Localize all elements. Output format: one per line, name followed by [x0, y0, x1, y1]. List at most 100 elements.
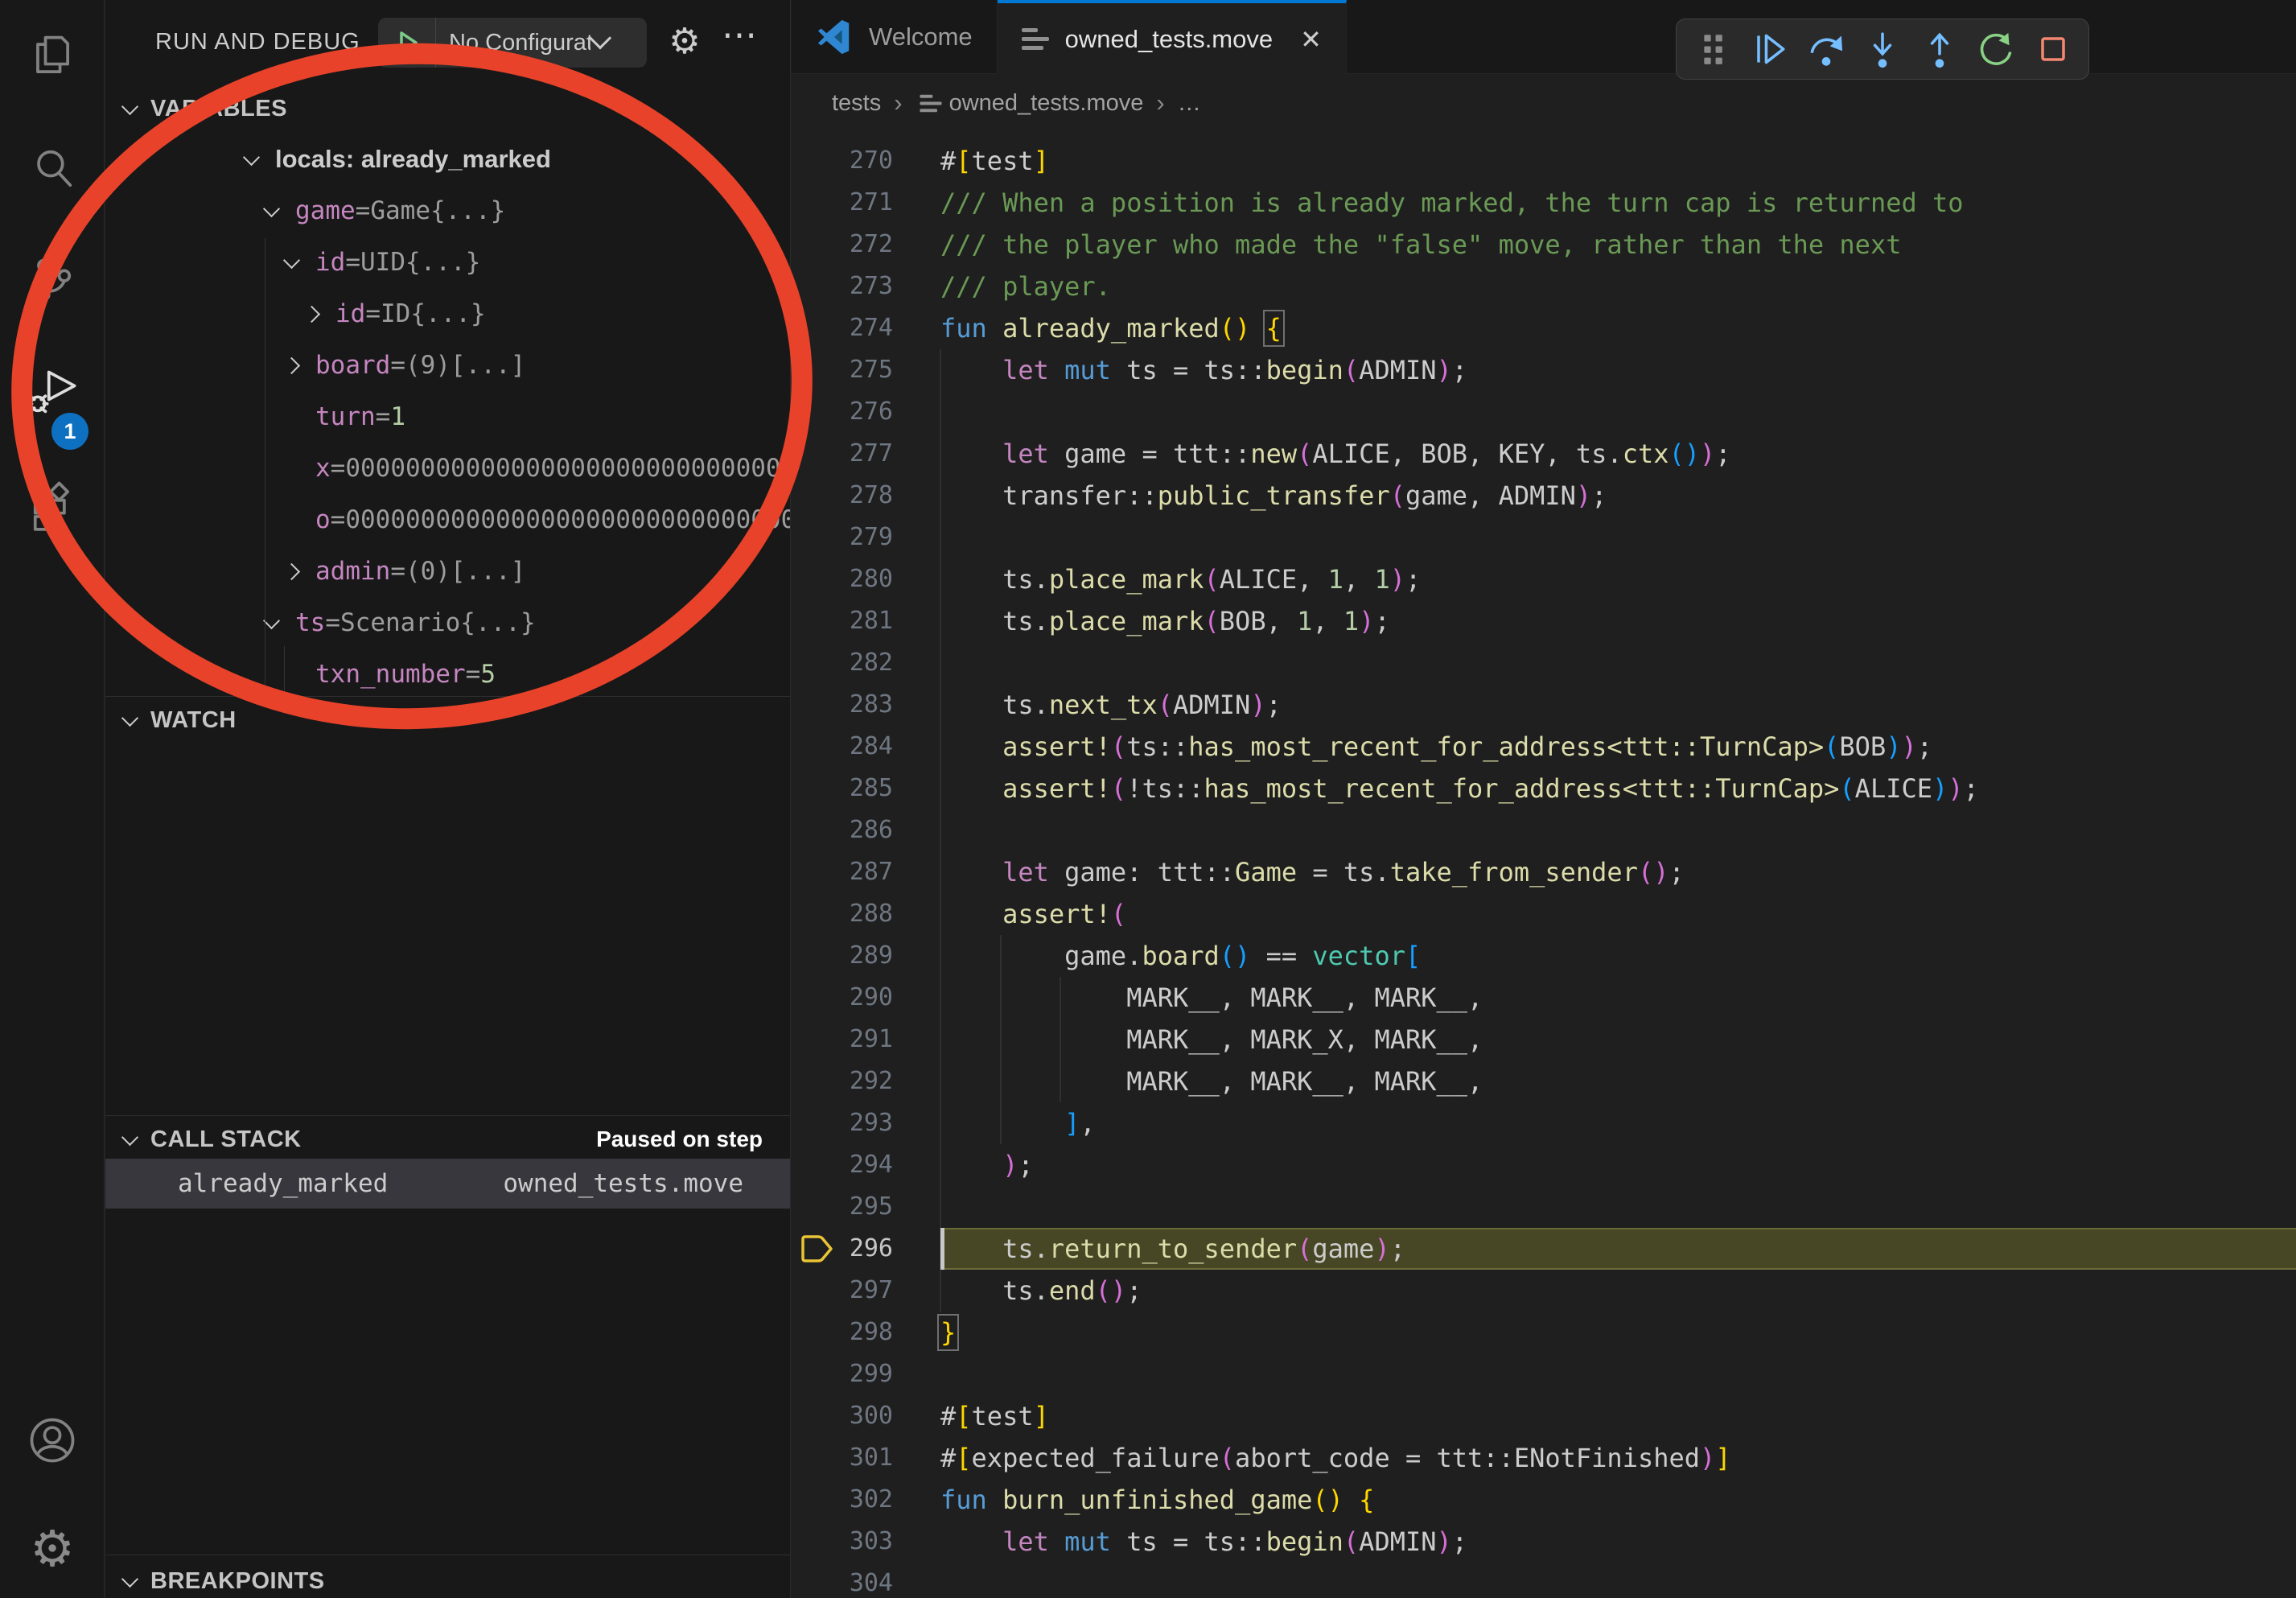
variable-row[interactable]: turn = 1: [105, 391, 790, 443]
chevron-right-icon[interactable]: [283, 562, 300, 579]
code-line[interactable]: 298}: [792, 1312, 2296, 1353]
search-icon[interactable]: [25, 142, 80, 196]
continue-icon[interactable]: [1748, 28, 1790, 70]
breadcrumb-folder[interactable]: tests: [832, 90, 881, 117]
breakpoints-section-header[interactable]: BREAKPOINTS: [105, 1558, 790, 1598]
line-number[interactable]: 270: [792, 140, 893, 182]
line-number[interactable]: 275: [792, 349, 893, 391]
chevron-right-icon[interactable]: [303, 305, 320, 322]
line-number[interactable]: 282: [792, 642, 893, 684]
chevron-down-icon[interactable]: [283, 251, 300, 268]
variable-row[interactable]: id = ID{...}: [105, 288, 790, 340]
line-number[interactable]: 292: [792, 1061, 893, 1102]
line-number[interactable]: 299: [792, 1353, 893, 1395]
code-line[interactable]: 281 ts.place_mark(BOB, 1, 1);: [792, 600, 2296, 642]
code-line[interactable]: 273/// player.: [792, 266, 2296, 307]
run-and-debug-icon[interactable]: [25, 365, 80, 420]
code-line[interactable]: 301#[expected_failure(abort_code = ttt::…: [792, 1437, 2296, 1479]
line-number[interactable]: 283: [792, 684, 893, 726]
line-number[interactable]: 276: [792, 391, 893, 433]
line-number[interactable]: 285: [792, 768, 893, 809]
code-line[interactable]: 292 MARK__, MARK__, MARK__,: [792, 1061, 2296, 1102]
account-icon[interactable]: [25, 1413, 80, 1468]
call-stack-section-header[interactable]: CALL STACK Paused on step: [105, 1116, 790, 1163]
step-over-icon[interactable]: [1805, 28, 1847, 70]
code-line[interactable]: 272/// the player who made the "false" m…: [792, 224, 2296, 266]
line-number[interactable]: 279: [792, 517, 893, 558]
watch-section-header[interactable]: WATCH: [105, 697, 790, 743]
line-number[interactable]: 303: [792, 1521, 893, 1563]
line-number[interactable]: 284: [792, 726, 893, 768]
code-line[interactable]: 303 let mut ts = ts::begin(ADMIN);: [792, 1521, 2296, 1563]
code-line[interactable]: 274fun already_marked() {: [792, 307, 2296, 349]
code-line[interactable]: 302fun burn_unfinished_game() {: [792, 1479, 2296, 1521]
breadcrumb-symbol[interactable]: …: [1178, 90, 1201, 117]
line-number[interactable]: 291: [792, 1019, 893, 1061]
code-line[interactable]: 276: [792, 391, 2296, 433]
step-out-icon[interactable]: [1919, 28, 1961, 70]
variable-row[interactable]: admin = (0)[...]: [105, 546, 790, 597]
code-line[interactable]: 300#[test]: [792, 1395, 2296, 1437]
views-more-actions-icon[interactable]: ⋯: [722, 14, 757, 56]
line-number[interactable]: 289: [792, 935, 893, 977]
breadcrumb-file[interactable]: owned_tests.move: [949, 90, 1144, 117]
chevron-down-icon[interactable]: [263, 612, 280, 628]
callstack-frame[interactable]: already_markedowned_tests.move: [105, 1159, 790, 1209]
variable-row[interactable]: game = Game{...}: [105, 185, 790, 237]
line-number[interactable]: 287: [792, 851, 893, 893]
code-line[interactable]: 304: [792, 1563, 2296, 1598]
code-line[interactable]: 279: [792, 517, 2296, 558]
stop-icon[interactable]: [2032, 28, 2074, 70]
code-line[interactable]: 287 let game: ttt::Game = ts.take_from_s…: [792, 851, 2296, 893]
line-number[interactable]: 293: [792, 1102, 893, 1144]
code-line[interactable]: 296 ts.return_to_sender(game);: [792, 1228, 2296, 1270]
restart-icon[interactable]: [1975, 28, 2017, 70]
files-icon[interactable]: [25, 29, 80, 84]
tab-owned-tests-move[interactable]: owned_tests.move ✕: [998, 0, 1347, 75]
line-number[interactable]: 281: [792, 600, 893, 642]
variable-row[interactable]: o = 000000000000000000000000000000000000…: [105, 494, 790, 546]
code-line[interactable]: 295: [792, 1186, 2296, 1228]
code-line[interactable]: 278 transfer::public_transfer(game, ADMI…: [792, 475, 2296, 517]
variables-section-header[interactable]: VARIABLES: [105, 85, 790, 132]
code-line[interactable]: 294 );: [792, 1144, 2296, 1186]
start-debugging-button[interactable]: [378, 18, 436, 68]
code-line[interactable]: 299: [792, 1353, 2296, 1395]
line-number[interactable]: 286: [792, 809, 893, 851]
variable-row[interactable]: locals: already_marked: [105, 134, 790, 185]
code-line[interactable]: 285 assert!(!ts::has_most_recent_for_add…: [792, 768, 2296, 809]
code-line[interactable]: 288 assert!(: [792, 893, 2296, 935]
source-control-icon[interactable]: [25, 253, 80, 307]
tab-welcome[interactable]: Welcome: [792, 0, 998, 74]
variable-row[interactable]: board = (9)[...]: [105, 340, 790, 391]
debug-settings-gear-icon[interactable]: ⚙: [660, 18, 709, 66]
line-number[interactable]: 273: [792, 266, 893, 307]
variable-row[interactable]: x = 000000000000000000000000000000000000…: [105, 443, 790, 494]
line-number[interactable]: 295: [792, 1186, 893, 1228]
line-number[interactable]: 271: [792, 182, 893, 224]
code-line[interactable]: 291 MARK__, MARK_X, MARK__,: [792, 1019, 2296, 1061]
chevron-down-icon[interactable]: [243, 148, 260, 165]
line-number[interactable]: 272: [792, 224, 893, 266]
code-line[interactable]: 290 MARK__, MARK__, MARK__,: [792, 977, 2296, 1019]
code-line[interactable]: 270#[test]: [792, 140, 2296, 182]
line-number[interactable]: 302: [792, 1479, 893, 1521]
code-line[interactable]: 280 ts.place_mark(ALICE, 1, 1);: [792, 558, 2296, 600]
line-number[interactable]: 278: [792, 475, 893, 517]
line-number[interactable]: 274: [792, 307, 893, 349]
line-number[interactable]: 297: [792, 1270, 893, 1312]
code-line[interactable]: 293 ],: [792, 1102, 2296, 1144]
line-number[interactable]: 288: [792, 893, 893, 935]
code-line[interactable]: 286: [792, 809, 2296, 851]
code-line[interactable]: 282: [792, 642, 2296, 684]
code-line[interactable]: 283 ts.next_tx(ADMIN);: [792, 684, 2296, 726]
config-dropdown[interactable]: No Configurations: [449, 30, 590, 56]
line-number[interactable]: 294: [792, 1144, 893, 1186]
variable-row[interactable]: txn_number = 5: [105, 649, 790, 700]
line-number[interactable]: 304: [792, 1563, 893, 1598]
code-line[interactable]: 284 assert!(ts::has_most_recent_for_addr…: [792, 726, 2296, 768]
line-number[interactable]: 280: [792, 558, 893, 600]
code-line[interactable]: 289 game.board() == vector[: [792, 935, 2296, 977]
line-number[interactable]: 301: [792, 1437, 893, 1479]
variable-row[interactable]: id = UID{...}: [105, 237, 790, 288]
